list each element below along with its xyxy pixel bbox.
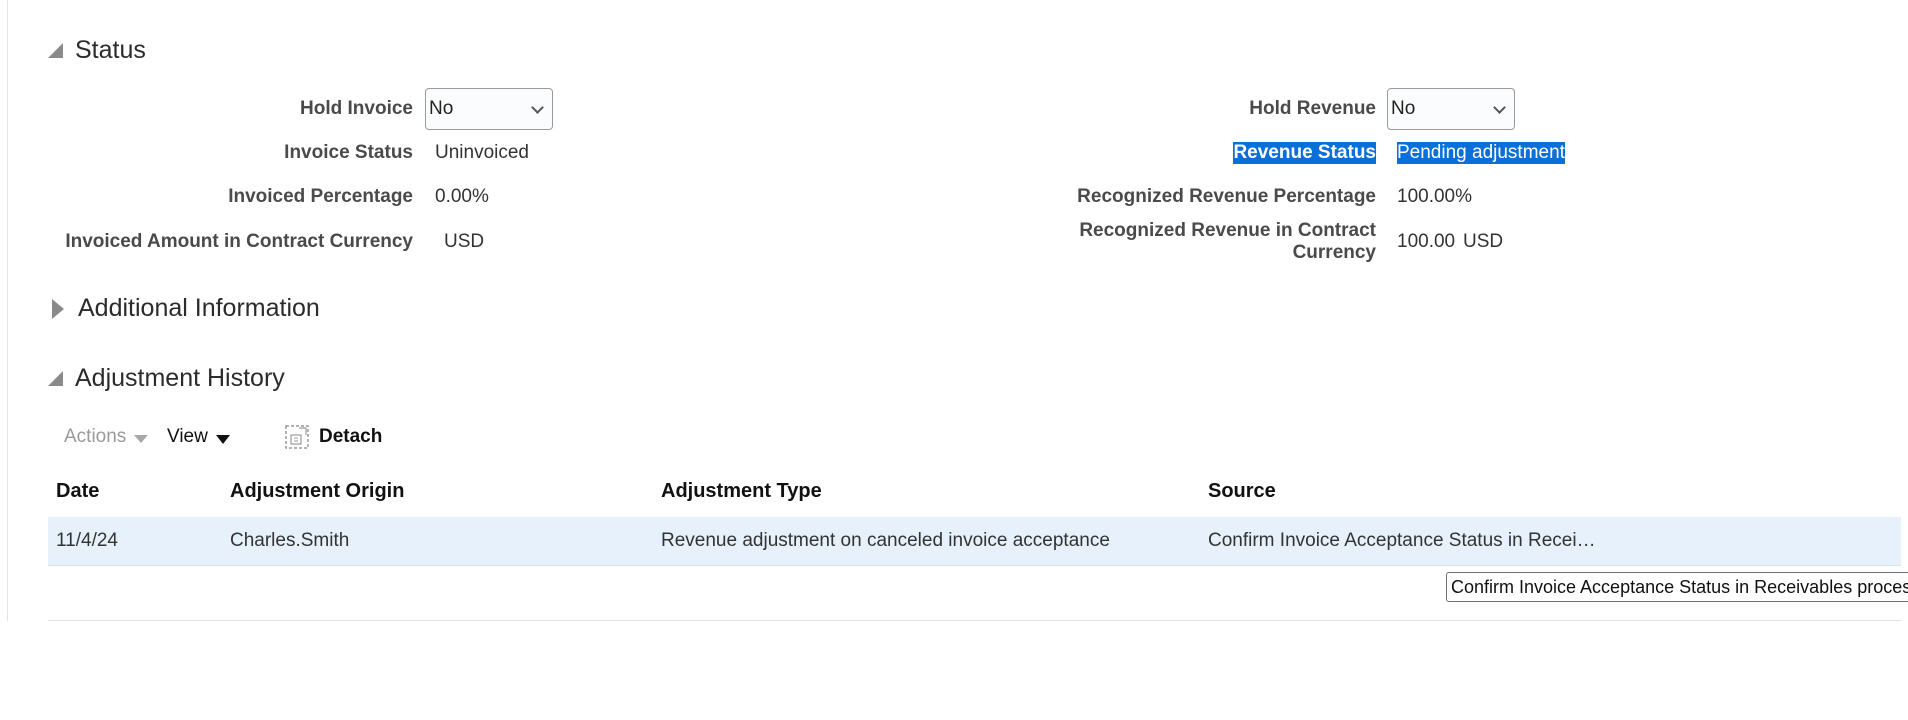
hold-invoice-label: Hold Invoice — [300, 98, 413, 119]
view-label: View — [167, 426, 208, 447]
table-bottom-divider — [48, 620, 1901, 621]
additional-information-title: Additional Information — [78, 294, 320, 322]
view-menu[interactable]: View — [167, 426, 230, 448]
row-adjustment-type: Revenue adjustment on canceled invoice a… — [661, 530, 1110, 551]
status-section-header[interactable]: Status — [48, 36, 146, 65]
detach-icon — [285, 425, 309, 449]
invoiced-amount-label: Invoiced Amount in Contract Currency — [65, 231, 413, 252]
invoice-status-label: Invoice Status — [284, 142, 413, 163]
caret-down-icon — [134, 435, 149, 443]
recognized-revenue-amount-label: Recognized Revenue in Contract Currency — [1079, 220, 1376, 264]
actions-label: Actions — [64, 426, 127, 447]
recognized-revenue-amount-value: 100.00 — [1397, 231, 1456, 252]
revenue-status-value: Pending adjustment — [1397, 142, 1565, 164]
recognized-revenue-percentage-value: 100.00% — [1397, 186, 1473, 207]
recognized-revenue-amount-currency: USD — [1463, 231, 1504, 252]
caret-down-icon — [215, 434, 230, 444]
adjustment-history-title: Adjustment History — [75, 364, 285, 392]
additional-information-header[interactable]: Additional Information — [48, 294, 320, 323]
detach-button[interactable]: Detach — [285, 425, 382, 449]
source-tooltip: Confirm Invoice Acceptance Status in Rec… — [1446, 572, 1908, 602]
recognized-revenue-amount-label-line2: Currency — [1292, 242, 1376, 263]
column-header-adjustment-type[interactable]: Adjustment Type — [661, 480, 822, 503]
row-date: 11/4/24 — [56, 530, 118, 551]
chevron-down-icon — [1493, 100, 1506, 114]
collapse-triangle-icon[interactable] — [48, 371, 63, 386]
revenue-status-label: Revenue Status — [1233, 142, 1376, 164]
detach-label: Detach — [319, 426, 383, 447]
hold-invoice-value: No — [429, 98, 454, 119]
row-source[interactable]: Confirm Invoice Acceptance Status in Rec… — [1208, 530, 1596, 552]
row-adjustment-origin: Charles.Smith — [230, 530, 350, 551]
recognized-revenue-percentage-label: Recognized Revenue Percentage — [1077, 186, 1376, 207]
collapse-triangle-icon[interactable] — [48, 43, 63, 58]
hold-revenue-select[interactable]: No — [1387, 88, 1515, 130]
actions-menu[interactable]: Actions — [64, 426, 149, 448]
invoiced-percentage-value: 0.00% — [435, 186, 489, 207]
status-section-title: Status — [75, 36, 146, 64]
column-header-source[interactable]: Source — [1208, 480, 1276, 503]
column-header-date[interactable]: Date — [56, 480, 99, 503]
hold-revenue-label: Hold Revenue — [1249, 98, 1376, 119]
left-border — [7, 0, 8, 621]
chevron-down-icon — [531, 100, 544, 114]
hold-invoice-select[interactable]: No — [425, 88, 553, 130]
invoice-status-value: Uninvoiced — [435, 142, 529, 163]
recognized-revenue-amount-label-line1: Recognized Revenue in Contract — [1079, 220, 1376, 241]
column-header-adjustment-origin[interactable]: Adjustment Origin — [230, 480, 404, 503]
invoiced-amount-currency: USD — [444, 231, 485, 252]
expand-triangle-icon[interactable] — [52, 298, 64, 319]
invoiced-percentage-label: Invoiced Percentage — [228, 186, 413, 207]
hold-revenue-value: No — [1391, 98, 1416, 119]
adjustment-history-header[interactable]: Adjustment History — [48, 364, 285, 393]
